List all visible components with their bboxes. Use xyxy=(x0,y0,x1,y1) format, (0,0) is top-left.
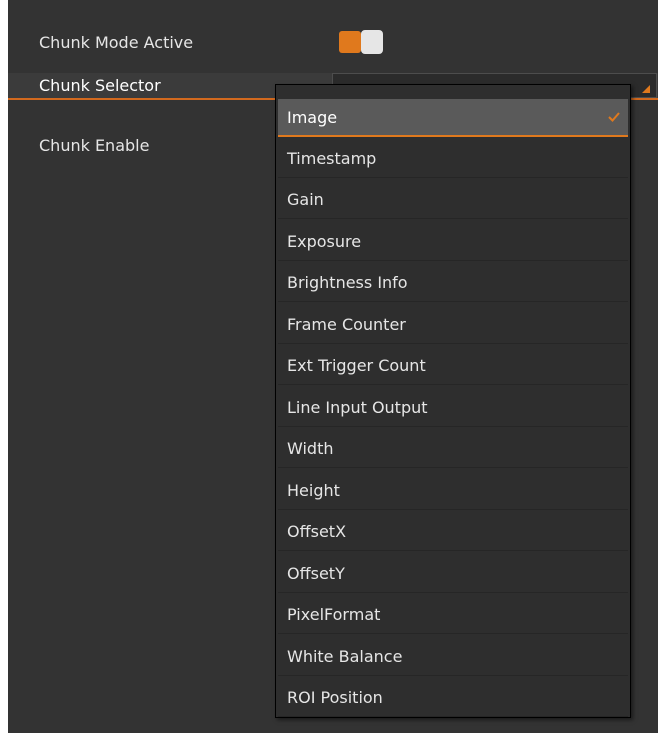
dropdown-item-height[interactable]: Height xyxy=(278,472,628,510)
dropdown-item-timestamp[interactable]: Timestamp xyxy=(278,140,628,178)
dropdown-item-white-balance[interactable]: White Balance xyxy=(278,638,628,676)
chunk-enable-label: Chunk Enable xyxy=(39,136,150,155)
dropdown-item-label: Ext Trigger Count xyxy=(287,356,426,375)
toggle-on-indicator xyxy=(339,31,361,53)
property-panel: Chunk Mode Active Chunk Selector Chunk E… xyxy=(8,0,658,733)
dropdown-item-label: OffsetX xyxy=(287,522,347,541)
dropdown-item-label: Frame Counter xyxy=(287,315,406,334)
dropdown-item-pixelformat[interactable]: PixelFormat xyxy=(278,596,628,634)
dropdown-item-label: Exposure xyxy=(287,232,362,251)
dropdown-item-ext-trigger-count[interactable]: Ext Trigger Count xyxy=(278,347,628,385)
chunk-selector-dropdown-list: Image Timestamp Gain Exposure Brightness… xyxy=(275,84,631,718)
dropdown-item-label: PixelFormat xyxy=(287,605,381,624)
checkmark-icon xyxy=(608,112,620,122)
chunk-mode-active-toggle[interactable] xyxy=(339,30,383,54)
dropdown-item-line-input-output[interactable]: Line Input Output xyxy=(278,389,628,427)
chunk-mode-active-label: Chunk Mode Active xyxy=(39,33,194,52)
chunk-mode-active-row: Chunk Mode Active xyxy=(8,20,658,66)
dropdown-item-label: Width xyxy=(287,439,334,458)
dropdown-item-frame-counter[interactable]: Frame Counter xyxy=(278,306,628,344)
dropdown-item-label: Gain xyxy=(287,190,324,209)
dropdown-item-label: Line Input Output xyxy=(287,398,428,417)
dropdown-arrow-icon[interactable] xyxy=(642,85,650,93)
dropdown-item-brightness-info[interactable]: Brightness Info xyxy=(278,264,628,302)
dropdown-item-exposure[interactable]: Exposure xyxy=(278,223,628,261)
dropdown-item-gain[interactable]: Gain xyxy=(278,181,628,219)
dropdown-item-roi-position[interactable]: ROI Position xyxy=(278,679,628,717)
dropdown-item-label: White Balance xyxy=(287,647,403,666)
dropdown-item-label: OffsetY xyxy=(287,564,345,583)
chunk-selector-label: Chunk Selector xyxy=(39,76,161,95)
dropdown-item-offsetx[interactable]: OffsetX xyxy=(278,513,628,551)
toggle-knob xyxy=(361,30,383,54)
dropdown-item-label: Timestamp xyxy=(287,149,377,168)
dropdown-item-offsety[interactable]: OffsetY xyxy=(278,555,628,593)
dropdown-item-label: ROI Position xyxy=(287,688,383,707)
dropdown-item-label: Image xyxy=(287,108,338,127)
dropdown-item-width[interactable]: Width xyxy=(278,430,628,468)
dropdown-item-label: Brightness Info xyxy=(287,273,408,292)
dropdown-item-label: Height xyxy=(287,481,340,500)
dropdown-item-image[interactable]: Image xyxy=(278,99,628,137)
